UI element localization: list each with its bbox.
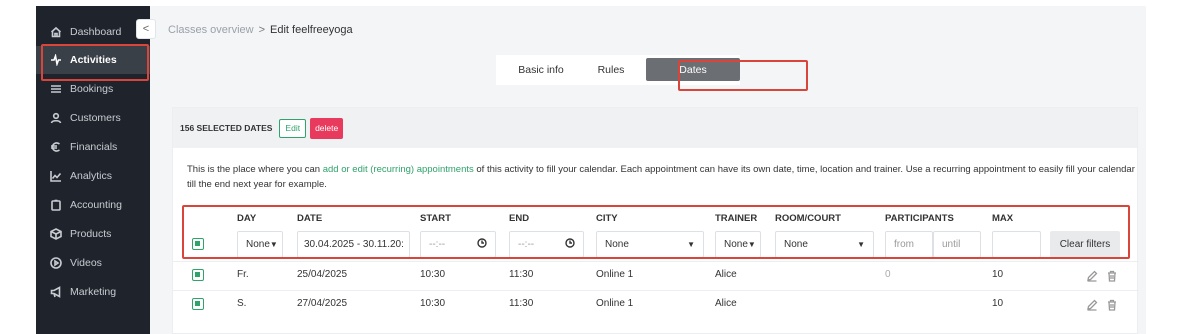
sidebar-item-products[interactable]: Products bbox=[36, 220, 150, 248]
sidebar-item-label: Analytics bbox=[70, 170, 113, 182]
delete-button[interactable]: delete bbox=[310, 117, 344, 139]
play-icon bbox=[49, 256, 63, 270]
row-day: Fr. bbox=[237, 269, 249, 280]
row-max: 10 bbox=[992, 269, 1004, 280]
edit-pencil-icon[interactable] bbox=[1086, 298, 1098, 311]
row-start: 10:30 bbox=[420, 269, 446, 280]
row-trainer: Alice bbox=[715, 298, 737, 309]
tab-basic-info[interactable]: Basic info bbox=[496, 55, 586, 85]
sidebar-item-marketing[interactable]: Marketing bbox=[36, 278, 150, 306]
home-icon bbox=[49, 25, 63, 39]
dates-tab-highlight bbox=[678, 60, 808, 91]
sidebar-item-label: Financials bbox=[70, 141, 118, 153]
row-trainer: Alice bbox=[715, 269, 737, 280]
clipboard-icon bbox=[49, 198, 63, 212]
breadcrumb-separator: > bbox=[258, 24, 266, 36]
activities-highlight bbox=[41, 44, 149, 81]
row-start: 10:30 bbox=[420, 298, 446, 309]
row-city: Online 1 bbox=[596, 298, 634, 309]
filter-row-highlight bbox=[182, 205, 1130, 259]
tab-rules[interactable]: Rules bbox=[586, 55, 636, 85]
sidebar-item-customers[interactable]: Customers bbox=[36, 104, 150, 132]
row-end: 11:30 bbox=[509, 298, 534, 309]
sidebar-item-label: Marketing bbox=[70, 286, 117, 298]
sidebar-item-label: Dashboard bbox=[70, 26, 122, 38]
euro-icon bbox=[49, 140, 63, 154]
sidebar-item-accounting[interactable]: Accounting bbox=[36, 191, 150, 219]
row-divider bbox=[173, 290, 1139, 291]
card-header: 156 SELECTED DATES Edit delete bbox=[173, 108, 1137, 148]
sidebar-item-dashboard[interactable]: Dashboard bbox=[36, 18, 150, 46]
row-city: Online 1 bbox=[596, 269, 634, 280]
sidebar-item-label: Accounting bbox=[70, 199, 122, 211]
edit-button[interactable]: Edit bbox=[279, 118, 307, 138]
box-icon bbox=[49, 227, 63, 241]
chevron-left-icon: < bbox=[142, 23, 150, 35]
trash-icon[interactable] bbox=[1106, 269, 1118, 282]
list-icon bbox=[49, 82, 63, 96]
megaphone-icon bbox=[49, 285, 63, 299]
row-participants: 0 bbox=[885, 269, 891, 280]
trash-icon[interactable] bbox=[1106, 298, 1118, 311]
edit-pencil-icon[interactable] bbox=[1086, 269, 1098, 282]
row-date: 27/04/2025 bbox=[297, 298, 348, 309]
row-max: 10 bbox=[992, 298, 1004, 309]
chart-icon bbox=[49, 169, 63, 183]
add-appointments-link[interactable]: add or edit (recurring) appointments bbox=[323, 164, 474, 175]
row-checkbox[interactable] bbox=[192, 298, 204, 310]
sidebar-item-videos[interactable]: Videos bbox=[36, 249, 150, 277]
row-date: 25/04/2025 bbox=[297, 269, 348, 280]
user-icon bbox=[49, 111, 63, 125]
row-divider bbox=[173, 261, 1139, 262]
sidebar-item-label: Videos bbox=[70, 257, 102, 269]
info-text: This is the place where you can add or e… bbox=[187, 163, 1137, 192]
sidebar-item-analytics[interactable]: Analytics bbox=[36, 162, 150, 190]
breadcrumb-current: Edit feelfreeyoga bbox=[270, 24, 353, 36]
info-text-start: This is the place where you can bbox=[187, 164, 323, 175]
sidebar-item-financials[interactable]: Financials bbox=[36, 133, 150, 161]
row-end: 11:30 bbox=[509, 269, 534, 280]
breadcrumb-parent[interactable]: Classes overview bbox=[168, 24, 254, 36]
sidebar-item-label: Products bbox=[70, 228, 112, 240]
breadcrumb: Classes overview > Edit feelfreeyoga bbox=[168, 24, 353, 36]
row-checkbox[interactable] bbox=[192, 269, 204, 281]
sidebar-item-label: Bookings bbox=[70, 83, 114, 95]
sidebar-item-label: Customers bbox=[70, 112, 121, 124]
row-day: S. bbox=[237, 298, 247, 309]
back-button[interactable]: < bbox=[136, 19, 156, 39]
selected-count: 156 SELECTED DATES bbox=[180, 123, 273, 133]
